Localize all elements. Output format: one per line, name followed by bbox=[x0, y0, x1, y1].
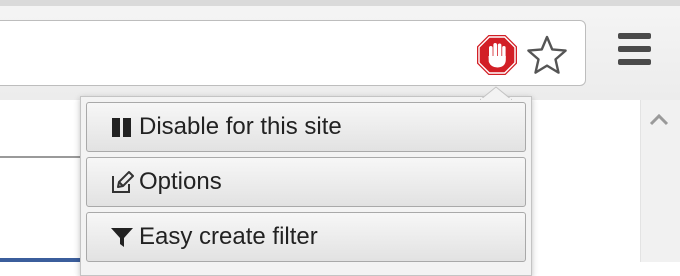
pause-icon bbox=[112, 118, 131, 137]
adblock-icon[interactable] bbox=[476, 34, 518, 76]
disable-for-site-button[interactable]: Disable for this site bbox=[86, 102, 526, 152]
easy-create-filter-button[interactable]: Easy create filter bbox=[86, 212, 526, 262]
options-label: Options bbox=[139, 168, 222, 195]
page-accent-bar bbox=[0, 258, 86, 262]
chevron-up-icon[interactable] bbox=[648, 112, 670, 128]
browser-toolbar bbox=[0, 0, 680, 100]
disable-for-site-label: Disable for this site bbox=[139, 113, 342, 140]
popup-arrow bbox=[480, 86, 512, 100]
window-top-edge bbox=[0, 0, 680, 6]
filter-icon bbox=[111, 228, 133, 247]
bookmark-star-icon[interactable] bbox=[526, 34, 568, 76]
easy-create-filter-label: Easy create filter bbox=[139, 223, 318, 250]
hamburger-menu-icon[interactable] bbox=[612, 31, 658, 71]
options-button[interactable]: Options bbox=[86, 157, 526, 207]
page-divider bbox=[0, 156, 86, 158]
edit-icon bbox=[112, 171, 134, 193]
